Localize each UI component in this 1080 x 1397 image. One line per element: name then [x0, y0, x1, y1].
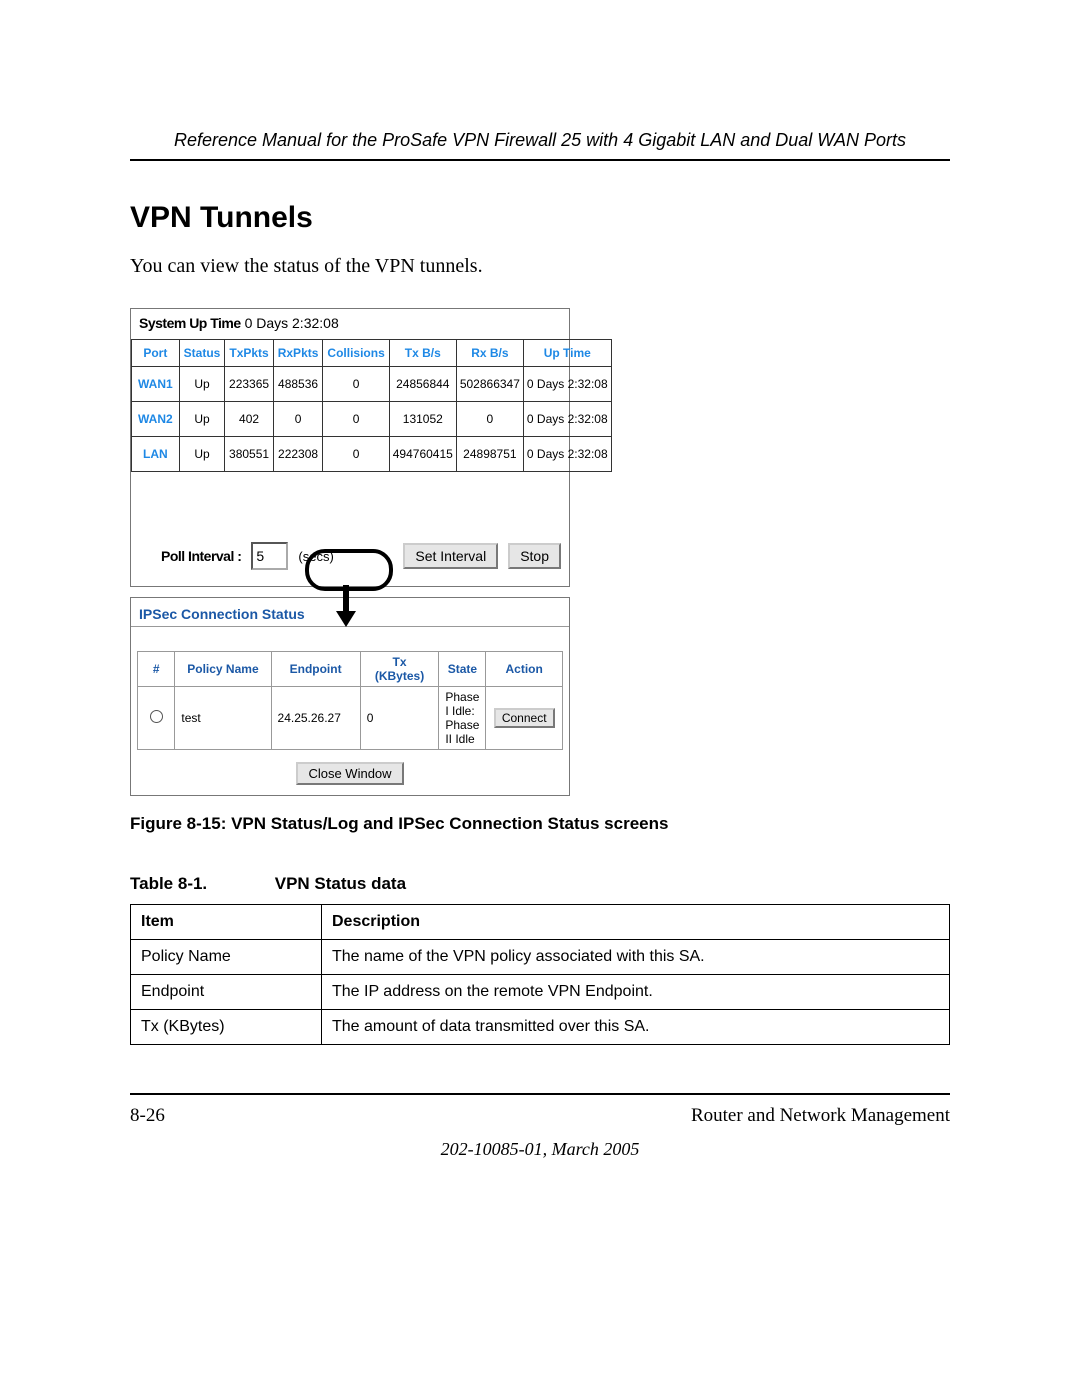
cell-policy: test [175, 687, 271, 750]
cell-rxbs: 502866347 [456, 367, 523, 402]
col-description: Description [322, 905, 950, 940]
table-caption: Table 8-1. VPN Status data [130, 874, 950, 894]
table-caption-title: VPN Status data [275, 874, 406, 893]
status-panel: System Up Time 0 Days 2:32:08 Port Statu… [130, 308, 570, 587]
page-footer: 8-26 Router and Network Management [130, 1093, 950, 1127]
cell-rxpkts: 488536 [273, 367, 323, 402]
table-row: Endpoint The IP address on the remote VP… [131, 975, 950, 1010]
col-uptime: Up Time [523, 340, 611, 367]
cell-endpoint: 24.25.26.27 [271, 687, 360, 750]
cell-desc: The amount of data transmitted over this… [322, 1010, 950, 1045]
col-action: Action [486, 652, 563, 687]
cell-item: Policy Name [131, 940, 322, 975]
col-port: Port [132, 340, 180, 367]
cell-txpkts: 402 [225, 402, 273, 437]
col-endpoint: Endpoint [271, 652, 360, 687]
cell-status: Up [179, 402, 225, 437]
cell-txpkts: 223365 [225, 367, 273, 402]
cell-rxbs: 0 [456, 402, 523, 437]
set-interval-button[interactable]: Set Interval [403, 543, 498, 569]
cell-rxpkts: 222308 [273, 437, 323, 472]
cell-txbs: 494760415 [389, 437, 456, 472]
footer-section: Router and Network Management [691, 1105, 950, 1127]
col-status: Status [179, 340, 225, 367]
col-txbs: Tx B/s [389, 340, 456, 367]
poll-interval-input[interactable] [251, 542, 288, 570]
table-row: WAN2 Up 402 0 0 131052 0 0 Days 2:32:08 [132, 402, 612, 437]
section-intro: You can view the status of the VPN tunne… [130, 255, 950, 278]
system-uptime-label: System Up Time [139, 315, 241, 331]
cell-collisions: 0 [323, 437, 389, 472]
cell-txpkts: 380551 [225, 437, 273, 472]
col-item: Item [131, 905, 322, 940]
poll-interval-label: Poll Interval : [161, 548, 241, 564]
table-row: WAN1 Up 223365 488536 0 24856844 5028663… [132, 367, 612, 402]
cell-txbs: 24856844 [389, 367, 456, 402]
cell-desc: The IP address on the remote VPN Endpoin… [322, 975, 950, 1010]
section-title: VPN Tunnels [130, 201, 950, 235]
cell-port: WAN2 [132, 402, 180, 437]
col-txpkts: TxPkts [225, 340, 273, 367]
col-collisions: Collisions [323, 340, 389, 367]
row-radio[interactable] [138, 687, 175, 750]
cell-uptime: 0 Days 2:32:08 [523, 437, 611, 472]
ipsec-table: # Policy Name Endpoint Tx (KBytes) State… [137, 651, 563, 750]
cell-rxpkts: 0 [273, 402, 323, 437]
cell-tx: 0 [360, 687, 439, 750]
col-rxpkts: RxPkts [273, 340, 323, 367]
running-head: Reference Manual for the ProSafe VPN Fir… [130, 130, 950, 161]
col-state: State [439, 652, 486, 687]
cell-collisions: 0 [323, 367, 389, 402]
close-window-button[interactable]: Close Window [296, 762, 403, 785]
cell-item: Tx (KBytes) [131, 1010, 322, 1045]
system-uptime: System Up Time 0 Days 2:32:08 [131, 309, 569, 339]
col-rxbs: Rx B/s [456, 340, 523, 367]
system-uptime-value: 0 Days 2:32:08 [245, 315, 339, 331]
cell-uptime: 0 Days 2:32:08 [523, 367, 611, 402]
poll-interval-row: Poll Interval : (secs) Set Interval Stop [131, 542, 569, 586]
table-row: Tx (KBytes) The amount of data transmitt… [131, 1010, 950, 1045]
ipsec-status-panel: IPSec Connection Status # Policy Name En… [130, 597, 570, 796]
cell-action: Connect [486, 687, 563, 750]
cell-item: Endpoint [131, 975, 322, 1010]
cell-rxbs: 24898751 [456, 437, 523, 472]
figure-caption: Figure 8-15: VPN Status/Log and IPSec Co… [130, 814, 950, 834]
cell-status: Up [179, 437, 225, 472]
vpn-status-data-table: Item Description Policy Name The name of… [130, 904, 950, 1045]
col-num: # [138, 652, 175, 687]
cell-state: Phase I Idle: Phase II Idle [439, 687, 486, 750]
radio-icon [150, 710, 163, 723]
table-row: Policy Name The name of the VPN policy a… [131, 940, 950, 975]
cell-status: Up [179, 367, 225, 402]
stop-button[interactable]: Stop [508, 543, 561, 569]
page-number: 8-26 [130, 1105, 165, 1127]
connect-button[interactable]: Connect [494, 708, 555, 728]
table-row: test 24.25.26.27 0 Phase I Idle: Phase I… [138, 687, 563, 750]
cell-desc: The name of the VPN policy associated wi… [322, 940, 950, 975]
table-row: LAN Up 380551 222308 0 494760415 2489875… [132, 437, 612, 472]
cell-txbs: 131052 [389, 402, 456, 437]
cell-uptime: 0 Days 2:32:08 [523, 402, 611, 437]
col-tx: Tx (KBytes) [360, 652, 439, 687]
poll-interval-unit: (secs) [298, 549, 333, 564]
port-status-table: Port Status TxPkts RxPkts Collisions Tx … [131, 339, 612, 472]
table-caption-number: Table 8-1. [130, 874, 270, 894]
document-id: 202-10085-01, March 2005 [130, 1139, 950, 1160]
col-policy: Policy Name [175, 652, 271, 687]
cell-port: WAN1 [132, 367, 180, 402]
ipsec-title: IPSec Connection Status [131, 598, 569, 627]
figure-screens: System Up Time 0 Days 2:32:08 Port Statu… [130, 308, 570, 796]
cell-collisions: 0 [323, 402, 389, 437]
cell-port: LAN [132, 437, 180, 472]
